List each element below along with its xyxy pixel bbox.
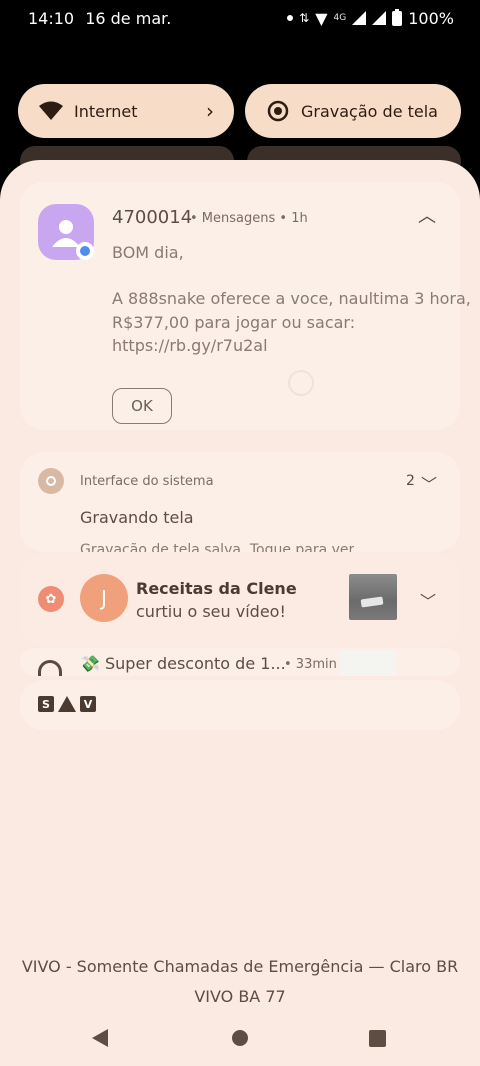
battery-level: 100% [408,8,454,28]
notification-dot-icon [287,15,294,21]
screen-record-tile[interactable]: Gravação de tela [245,84,461,138]
chevron-down-icon[interactable]: ﹀ [420,588,436,612]
system-subtitle: Gravação de tela salva. Toque para ver [80,542,355,552]
carrier-line-1: VIVO - Somente Chamadas de Emergência — … [21,957,459,976]
social-text: Receitas da Clene curtiu o seu vídeo! [136,577,346,623]
deal-time: • 33min [284,657,337,672]
internet-tile[interactable]: Internet › [18,84,234,138]
date: 16 de mar. [85,8,172,28]
chevron-right-icon: › [206,99,214,123]
status-bar: 14:10 16 de mar. ⇅ ▼ 4G 100% [0,0,480,36]
v-app-icon: V [80,696,96,712]
warning-icon [58,696,76,712]
chat-badge-icon [76,242,94,260]
clock: 14:10 [28,8,75,28]
wifi-icon: ▼ [315,8,328,28]
screen-record-tile-label: Gravação de tela [301,101,438,121]
carrier-line-2: VIVO BA 77 [194,987,286,1006]
s-app-icon: S [38,696,54,712]
chevron-up-icon[interactable]: ︿ [418,202,436,228]
recents-icon[interactable] [369,1030,386,1047]
notification-count: 2 [406,473,415,489]
system-title: Gravando tela [80,508,194,527]
network-type: 4G [333,13,347,23]
avatar: J [80,574,128,622]
home-icon[interactable] [232,1030,248,1046]
message-line: BOM dia, [112,243,184,262]
signal-2-icon [372,11,387,25]
video-thumbnail [349,574,397,620]
back-icon[interactable] [92,1029,108,1047]
message-line: A 888snake oferece a voce, naultima 3 ho… [112,289,471,308]
system-app-name: Interface do sistema [80,474,214,489]
chevron-down-icon[interactable]: ﹀ [421,471,437,495]
social-action: curtiu o seu vídeo! [136,602,286,621]
social-name: Receitas da Clene [136,579,297,598]
record-icon [265,98,291,124]
message-sender: 4700014 [112,207,193,228]
record-icon [38,468,64,494]
data-arrows-icon: ⇅ [299,11,310,25]
message-line: R$377,00 para jogar ou sacar: [112,313,356,332]
social-app-icon: ✿ [38,586,64,612]
loading-spinner-icon [288,370,314,396]
signal-icon [352,11,367,25]
wifi-icon [38,98,64,124]
deal-text: 💸 Super desconto de 1... [80,654,286,673]
battery-icon [392,8,403,26]
internet-tile-label: Internet [74,101,138,121]
status-right: ⇅ ▼ 4G 100% [287,8,454,28]
system-notification[interactable] [20,452,460,552]
message-meta: • Mensagens • 1h [190,211,308,226]
strip-icons: S V [38,696,96,712]
deal-thumbnail [340,650,396,676]
message-link[interactable]: https://rb.gy/r7u2al [112,334,268,357]
status-left: 14:10 16 de mar. [28,9,177,28]
ok-button[interactable]: OK [112,388,172,424]
